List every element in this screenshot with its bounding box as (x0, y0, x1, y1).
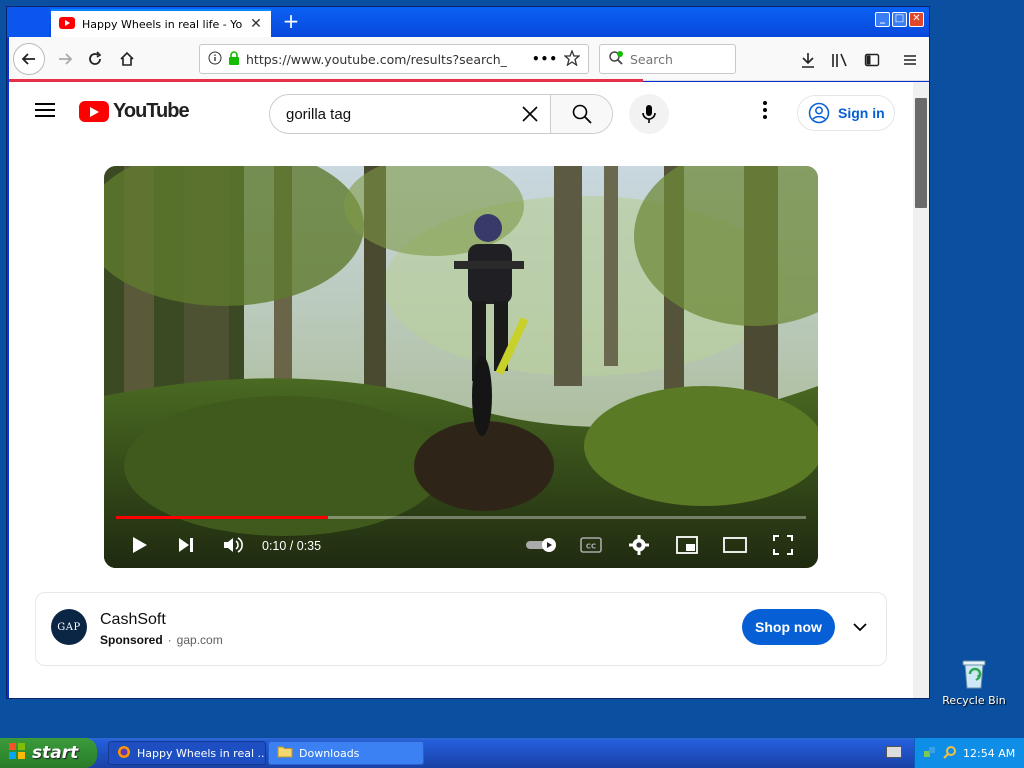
time-display: 0:10 / 0:35 (262, 539, 322, 553)
page-content: YouTube gorilla tag Sign in 0:10 / 0:35 … (9, 82, 929, 698)
svg-text:CC: CC (586, 543, 596, 551)
subtitles-icon[interactable]: CC (578, 532, 604, 558)
advertiser-avatar[interactable]: GAP (51, 609, 87, 645)
youtube-search-box[interactable]: gorilla tag (269, 94, 613, 134)
progress-played (116, 516, 328, 519)
new-tab-button[interactable]: + (279, 11, 303, 33)
taskbar-item-label: Downloads (299, 746, 360, 760)
title-bar[interactable]: Happy Wheels in real life - YouTube ✕ + … (7, 7, 929, 37)
sidebar-icon[interactable] (861, 49, 883, 71)
keyboard-layout-icon[interactable] (886, 746, 902, 758)
chevron-down-icon[interactable] (848, 615, 872, 639)
progress-bar[interactable] (116, 516, 806, 519)
taskbar-item-downloads[interactable]: Downloads (268, 741, 424, 765)
autoplay-toggle-icon[interactable] (524, 532, 560, 558)
voice-search-button[interactable] (629, 94, 669, 134)
recycle-bin-icon (957, 656, 991, 690)
clock[interactable]: 12:54 AM (963, 747, 1015, 760)
search-engine-icon (608, 50, 624, 69)
taskbar-item-label: Happy Wheels in real ... (137, 746, 266, 760)
clear-search-icon[interactable] (510, 95, 550, 133)
lock-icon (228, 50, 240, 68)
tab-title: Happy Wheels in real life - YouTube (82, 17, 242, 31)
search-icon (572, 104, 592, 124)
youtube-header: YouTube gorilla tag Sign in (9, 82, 913, 138)
recycle-bin-desktop-icon[interactable]: Recycle Bin (934, 656, 1014, 707)
close-window-button[interactable]: ✕ (909, 12, 924, 27)
firefox-icon (117, 745, 131, 762)
account-icon (808, 102, 830, 124)
downloads-icon[interactable] (797, 49, 819, 71)
windows-logo-icon (8, 742, 26, 765)
miniplayer-icon[interactable] (674, 532, 700, 558)
taskbar: start Happy Wheels in real ... Downloads… (0, 738, 1024, 768)
start-button[interactable]: start (0, 738, 97, 768)
scrollbar-thumb[interactable] (915, 98, 927, 208)
ad-domain: gap.com (176, 633, 223, 647)
tab-active[interactable]: Happy Wheels in real life - YouTube ✕ (51, 9, 271, 37)
folder-icon (277, 745, 293, 761)
forward-button[interactable] (51, 45, 79, 73)
tab-close-icon[interactable]: ✕ (249, 17, 263, 31)
nav-toolbar: https://www.youtube.com/results?search_ … (9, 37, 929, 81)
start-label: start (32, 743, 79, 763)
fullscreen-icon[interactable] (770, 532, 796, 558)
system-tray: 12:54 AM (914, 738, 1024, 768)
sign-in-button[interactable]: Sign in (797, 95, 895, 131)
settings-gear-icon[interactable] (626, 532, 652, 558)
minimize-button[interactable]: _ (875, 12, 890, 27)
volume-icon[interactable] (220, 532, 246, 558)
browser-window: Happy Wheels in real life - YouTube ✕ + … (6, 6, 930, 699)
page-scrollbar[interactable] (913, 82, 929, 698)
separator-dot: · (167, 633, 172, 647)
back-button[interactable] (13, 43, 45, 75)
bookmark-star-icon[interactable] (563, 48, 581, 69)
youtube-logo[interactable]: YouTube (79, 100, 190, 123)
url-text: https://www.youtube.com/results?search_ (246, 51, 507, 67)
shop-now-button[interactable]: Shop now (742, 609, 835, 645)
sign-in-label: Sign in (838, 105, 885, 121)
youtube-favicon-icon (59, 16, 75, 32)
home-icon (120, 51, 134, 66)
youtube-play-logo-icon (79, 101, 109, 122)
player-controls: 0:10 / 0:35 CC (104, 522, 818, 568)
recycle-bin-label: Recycle Bin (942, 694, 1006, 707)
youtube-search-input[interactable]: gorilla tag (270, 106, 510, 123)
reload-icon (89, 51, 102, 65)
sponsored-label: Sponsored (100, 633, 163, 647)
forward-arrow-icon (59, 53, 73, 65)
next-video-icon[interactable] (173, 532, 199, 558)
ad-card[interactable]: GAP CashSoft Sponsored · gap.com Shop no… (35, 592, 887, 666)
info-icon[interactable] (208, 51, 222, 68)
advertiser-name[interactable]: CashSoft (100, 611, 166, 629)
search-tray-icon[interactable] (943, 745, 957, 762)
play-icon[interactable] (126, 532, 152, 558)
tabstrip-spacer (7, 7, 49, 37)
web-search-box[interactable] (599, 44, 736, 74)
network-icon[interactable] (923, 745, 937, 762)
settings-more-icon[interactable] (753, 98, 777, 122)
video-player[interactable]: 0:10 / 0:35 CC (104, 166, 818, 568)
menu-hamburger-icon[interactable] (899, 49, 921, 71)
library-icon[interactable] (829, 49, 851, 71)
taskbar-item-browser[interactable]: Happy Wheels in real ... (108, 741, 266, 765)
back-arrow-icon (21, 53, 35, 65)
search-button[interactable] (550, 95, 612, 133)
url-bar[interactable]: https://www.youtube.com/results?search_ … (199, 44, 589, 74)
page-actions-icon[interactable]: ••• (532, 52, 558, 66)
theater-mode-icon[interactable] (722, 532, 748, 558)
youtube-wordmark: YouTube (113, 100, 190, 122)
web-search-input[interactable] (630, 51, 725, 67)
microphone-icon (642, 105, 656, 123)
home-button[interactable] (113, 45, 141, 73)
reload-button[interactable] (81, 45, 109, 73)
maximize-button[interactable]: □ (892, 12, 907, 27)
video-frame-forest-mountain-bike (104, 166, 818, 568)
guide-menu-icon[interactable] (33, 98, 57, 122)
ad-subline: Sponsored · gap.com (100, 633, 223, 647)
